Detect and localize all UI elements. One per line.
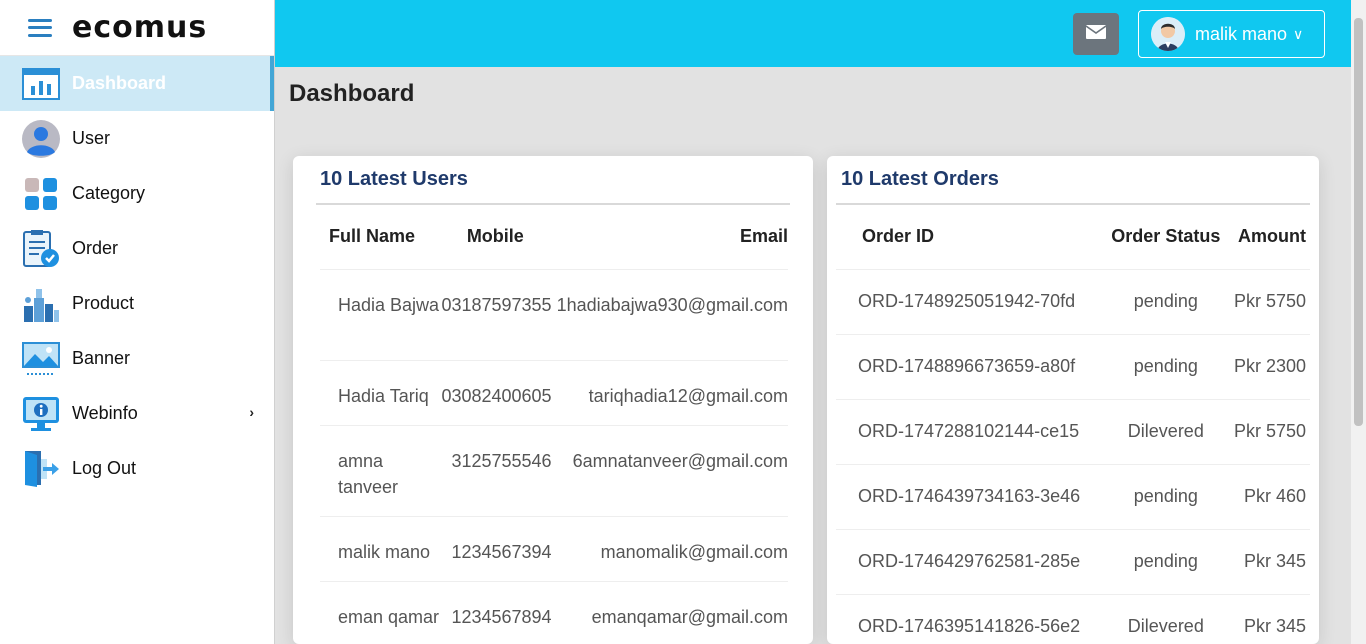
user-name-cell: Hadia Tariq [320,359,440,425]
user-mobile-cell: 03082400605 [439,359,552,425]
user-name-cell: amna tanveer [320,424,440,516]
user-name-cell: eman qamar [320,580,440,644]
table-row: amna tanveer 3125755546 6amnatanveer@gma… [320,424,788,516]
sidebar-item-dashboard[interactable]: Dashboard [0,56,274,111]
column-header: Full Name [329,226,416,247]
order-amount-cell: Pkr 345 [1226,593,1310,644]
order-id-cell: ORD-1746439734163-3e46 [836,463,1106,529]
order-status-cell: Dilevered [1105,398,1227,464]
table-row: Hadia Tariq 03082400605 tariqhadia12@gma… [320,359,788,425]
latest-orders-card: 10 Latest Orders Order ID Order Status A… [827,156,1319,644]
user-mobile-cell: 3125755546 [439,424,552,516]
order-id-cell: ORD-1747288102144-ce15 [836,398,1106,464]
top-header: malik mano ∨ [275,0,1351,67]
category-icon [20,173,62,215]
table-row: ORD-1748896673659-a80f pending Pkr 2300 [836,333,1310,399]
order-amount-cell: Pkr 5750 [1226,268,1310,334]
table-row: Hadia Bajwa 03187597355 1hadiabajwa930@g… [320,268,788,360]
dashboard-icon [20,63,62,105]
order-id-cell: ORD-1748925051942-70fd [836,268,1106,334]
table-row: ORD-1746395141826-56e2 Dilevered Pkr 345 [836,593,1310,644]
banner-icon [20,338,62,380]
mail-button[interactable] [1073,13,1119,55]
order-status-cell: pending [1105,528,1227,594]
user-email-cell: emanqamar@gmail.com [551,580,788,644]
hamburger-menu-icon[interactable] [28,18,52,37]
user-email-cell: tariqhadia12@gmail.com [551,359,788,425]
scrollbar-thumb[interactable] [1354,18,1363,426]
sidebar-item-label: Log Out [72,458,137,478]
user-menu-button[interactable]: malik mano ∨ [1138,10,1325,58]
sidebar-item-label: Order [72,238,119,258]
user-icon [20,118,62,160]
table-row: ORD-1746439734163-3e46 pending Pkr 460 [836,463,1310,529]
sidebar-item-label: Category [72,183,146,203]
mail-icon [1085,24,1107,44]
sidebar-item-user[interactable]: User [0,111,274,166]
sidebar-item-label: Product [72,293,135,313]
table-row: eman qamar 1234567894 emanqamar@gmail.co… [320,580,788,644]
order-id-cell: ORD-1746429762581-285e [836,528,1106,594]
page-scrollbar[interactable] [1351,0,1366,644]
order-status-cell: pending [1105,463,1227,529]
user-name: malik mano [1195,23,1288,44]
sidebar-item-webinfo[interactable]: Webinfo › [0,386,274,441]
users-table: Full Name Mobile Email Hadia Bajwa 03187… [320,205,788,644]
column-header: Order Status [1111,226,1221,247]
order-amount-cell: Pkr 345 [1226,528,1310,594]
brand-bar: ecomus [0,0,274,56]
order-status-cell: Dilevered [1105,593,1227,644]
table-row: ORD-1748925051942-70fd pending Pkr 5750 [836,268,1310,334]
table-row: ORD-1746429762581-285e pending Pkr 345 [836,528,1310,594]
sidebar-item-label: Webinfo [72,403,138,423]
sidebar-item-product[interactable]: Product [0,276,274,331]
column-header: Mobile [466,226,524,247]
card-title: 10 Latest Orders [841,168,999,190]
user-email-cell: 1hadiabajwa930@gmail.com [551,268,788,360]
column-header: Email [739,226,788,247]
latest-users-card: 10 Latest Users Full Name Mobile Email H… [293,156,813,644]
user-name-cell: malik mano [320,515,440,581]
user-name-cell: Hadia Bajwa [320,268,440,360]
chevron-right-icon[interactable]: › [249,404,254,420]
order-status-cell: pending [1105,268,1227,334]
sidebar: ecomus Dashboard User Category Order Pro… [0,0,275,644]
logout-icon [20,448,62,490]
user-email-cell: 6amnatanveer@gmail.com [551,424,788,516]
order-status-cell: pending [1105,333,1227,399]
sidebar-item-logout[interactable]: Log Out [0,441,274,496]
orders-table: Order ID Order Status Amount ORD-1748925… [836,205,1310,644]
user-mobile-cell: 1234567894 [439,580,552,644]
column-header: Order ID [862,226,935,247]
product-icon [20,283,62,325]
column-header: Amount [1238,226,1306,247]
user-mobile-cell: 03187597355 [439,268,552,360]
table-row: malik mano 1234567394 manomalik@gmail.co… [320,515,788,581]
webinfo-icon [20,393,62,435]
sidebar-item-order[interactable]: Order [0,221,274,276]
sidebar-item-label: Dashboard [72,73,167,93]
sidebar-item-label: Banner [72,348,131,368]
table-row: ORD-1747288102144-ce15 Dilevered Pkr 575… [836,398,1310,464]
order-icon [20,228,62,270]
card-title: 10 Latest Users [320,168,468,190]
order-id-cell: ORD-1748896673659-a80f [836,333,1106,399]
sidebar-item-banner[interactable]: Banner [0,331,274,386]
sidebar-item-category[interactable]: Category [0,166,274,221]
user-email-cell: manomalik@gmail.com [551,515,788,581]
page-title: Dashboard [289,80,415,107]
order-amount-cell: Pkr 2300 [1226,333,1310,399]
sidebar-item-label: User [72,128,111,148]
user-mobile-cell: 1234567394 [439,515,552,581]
chevron-down-icon: ∨ [1293,25,1304,42]
order-amount-cell: Pkr 460 [1226,463,1310,529]
avatar [1151,17,1185,51]
sidebar-nav: Dashboard User Category Order Product Ba… [0,56,274,496]
brand-logo[interactable]: ecomus [72,12,207,43]
order-amount-cell: Pkr 5750 [1226,398,1310,464]
order-id-cell: ORD-1746395141826-56e2 [836,593,1106,644]
